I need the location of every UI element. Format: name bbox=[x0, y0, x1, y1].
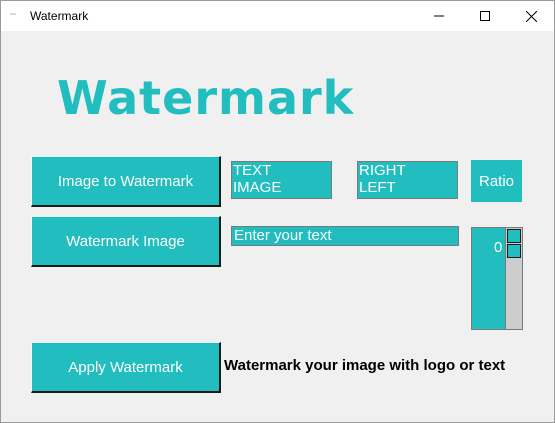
close-icon bbox=[525, 10, 537, 22]
spinbox-up-button[interactable] bbox=[507, 229, 521, 243]
app-window: Watermark Watermark Image to Watermark T… bbox=[0, 0, 555, 423]
watermark-image-button[interactable]: Watermark Image bbox=[31, 216, 221, 267]
image-to-watermark-button[interactable]: Image to Watermark bbox=[31, 156, 221, 207]
title-bar[interactable]: Watermark bbox=[1, 1, 554, 31]
window-title: Watermark bbox=[30, 9, 89, 23]
spinbox-down-button[interactable] bbox=[507, 244, 521, 258]
maximize-icon bbox=[480, 11, 490, 21]
minimize-button[interactable] bbox=[416, 1, 462, 31]
spinbox-scrollbar[interactable] bbox=[505, 228, 522, 329]
minimize-icon bbox=[434, 15, 444, 17]
list-item[interactable]: IMAGE bbox=[233, 179, 331, 196]
ratio-spinbox[interactable]: 0 bbox=[471, 227, 523, 330]
app-icon bbox=[10, 12, 16, 16]
list-item[interactable]: RIGHT bbox=[359, 162, 457, 179]
list-item[interactable]: LEFT bbox=[359, 179, 457, 196]
ratio-button[interactable]: Ratio bbox=[471, 160, 522, 202]
watermark-type-list[interactable]: TEXT IMAGE bbox=[231, 161, 332, 199]
caption-text: Watermark your image with logo or text bbox=[224, 357, 506, 374]
maximize-button[interactable] bbox=[462, 1, 508, 31]
apply-watermark-button[interactable]: Apply Watermark bbox=[31, 342, 221, 393]
list-item[interactable]: TEXT bbox=[233, 162, 331, 179]
close-button[interactable] bbox=[508, 1, 554, 31]
ratio-value: 0 bbox=[494, 239, 503, 256]
app-logo-heading: Watermark bbox=[57, 71, 355, 125]
watermark-position-list[interactable]: RIGHT LEFT bbox=[357, 161, 458, 199]
watermark-text-input[interactable]: Enter your text bbox=[231, 226, 459, 246]
